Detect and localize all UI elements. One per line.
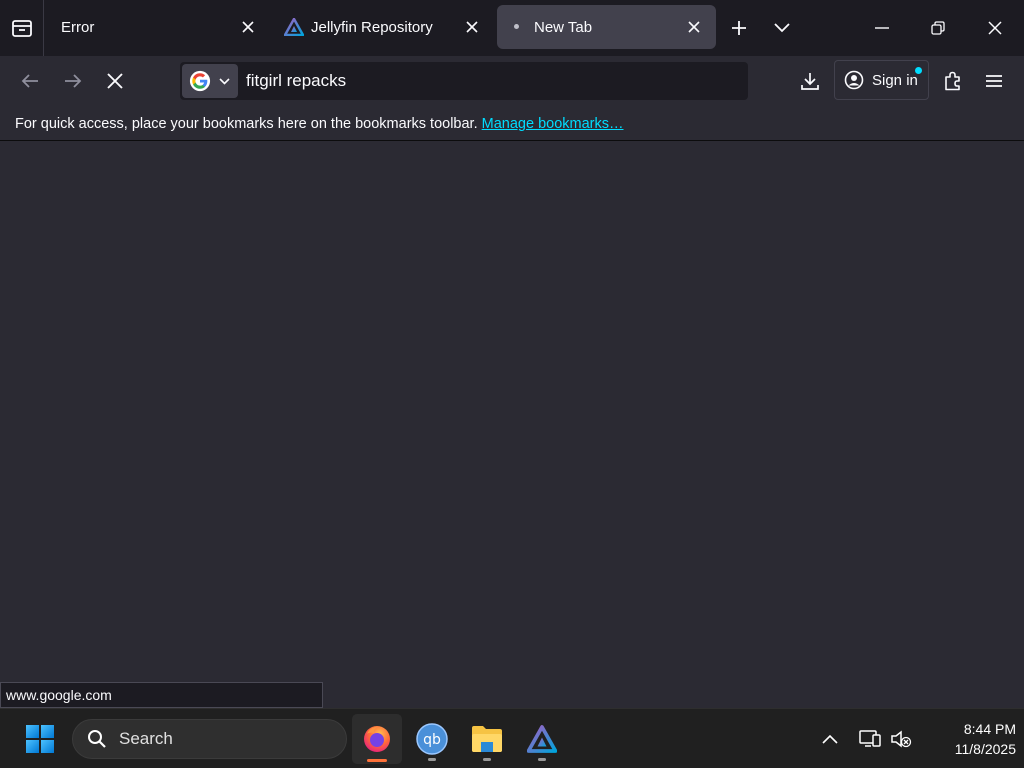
chevron-down-icon: [774, 23, 790, 33]
loading-dot-icon: [514, 24, 519, 29]
bookmarks-empty-message: For quick access, place your bookmarks h…: [15, 116, 478, 132]
stop-button[interactable]: [98, 64, 132, 98]
tab-list-icon: [11, 20, 32, 37]
back-button[interactable]: [13, 64, 47, 98]
running-indicator: [538, 758, 546, 761]
search-engine-button[interactable]: [182, 64, 238, 98]
windows-logo-icon: [26, 725, 54, 753]
arrow-right-icon: [65, 74, 82, 88]
jellyfin-icon: [283, 17, 305, 40]
close-tab-icon[interactable]: [462, 17, 482, 37]
close-tab-icon[interactable]: [238, 17, 258, 37]
plus-icon: [732, 21, 746, 35]
tab-new-tab[interactable]: New Tab: [497, 5, 716, 49]
running-indicator: [428, 758, 436, 761]
network-status-button[interactable]: [855, 723, 885, 755]
restore-button[interactable]: [910, 0, 966, 56]
taskbar-app-jellyfin[interactable]: [517, 714, 567, 764]
status-panel: www.google.com: [0, 682, 323, 708]
navigation-toolbar: fitgirl repacks Sign in: [0, 56, 1024, 106]
tab-bar: Error Jellyfin Repository New Tab: [0, 0, 1024, 56]
forward-button[interactable]: [56, 64, 90, 98]
chevron-up-icon: [822, 734, 838, 744]
bookmarks-toolbar: For quick access, place your bookmarks h…: [0, 106, 1024, 141]
google-icon: [189, 70, 211, 92]
menu-button[interactable]: [977, 64, 1011, 98]
tab-overview-button[interactable]: [0, 0, 44, 56]
url-bar[interactable]: fitgirl repacks: [180, 62, 748, 100]
tab-jellyfin[interactable]: Jellyfin Repository: [272, 5, 494, 49]
folder-icon: [472, 726, 502, 752]
show-hidden-icons-button[interactable]: [815, 723, 845, 755]
list-all-tabs-button[interactable]: [754, 0, 810, 56]
active-app-indicator: [367, 759, 387, 762]
download-icon: [801, 73, 819, 90]
puzzle-icon: [945, 71, 960, 91]
manage-bookmarks-link[interactable]: Manage bookmarks…: [482, 116, 624, 132]
firefox-icon: [364, 726, 390, 752]
qbittorrent-icon: qb: [416, 723, 448, 755]
account-icon: [844, 70, 864, 90]
search-label: Search: [119, 729, 173, 748]
start-button[interactable]: [15, 714, 65, 764]
tab-label: New Tab: [534, 18, 593, 36]
sign-in-label: Sign in: [872, 71, 918, 89]
extensions-button[interactable]: [936, 64, 970, 98]
taskbar-search-box[interactable]: Search: [72, 719, 347, 759]
tab-label: Error: [61, 18, 95, 36]
jellyfin-icon: [527, 725, 557, 753]
arrow-left-icon: [21, 74, 38, 88]
system-clock[interactable]: 8:44 PM 11/8/2025: [920, 719, 1016, 759]
page-content: [0, 141, 1024, 708]
url-input[interactable]: fitgirl repacks: [246, 71, 346, 91]
close-icon: [988, 21, 1002, 35]
svg-text:qb: qb: [423, 732, 441, 748]
downloads-button[interactable]: [793, 64, 827, 98]
restore-icon: [931, 21, 945, 35]
taskbar-app-firefox[interactable]: [352, 714, 402, 764]
taskbar: Search qb 8:44 PM 11/8/2025: [0, 708, 1024, 768]
network-icon: [859, 730, 881, 747]
minimize-icon: [875, 27, 889, 29]
chevron-down-icon: [219, 77, 230, 85]
taskbar-app-file-explorer[interactable]: [462, 714, 512, 764]
notification-dot-icon: [915, 67, 922, 74]
hamburger-menu-icon: [986, 75, 1002, 87]
volume-muted-icon: [891, 730, 912, 748]
search-icon: [88, 730, 106, 748]
clock-time: 8:44 PM: [963, 721, 1016, 737]
tab-label: Jellyfin Repository: [311, 18, 433, 36]
clock-date: 11/8/2025: [954, 741, 1016, 757]
close-tab-icon[interactable]: [684, 17, 704, 37]
minimize-button[interactable]: [854, 0, 910, 56]
volume-status-button[interactable]: [886, 723, 916, 755]
close-window-button[interactable]: [967, 0, 1023, 56]
running-indicator: [483, 758, 491, 761]
taskbar-app-qbittorrent[interactable]: qb: [407, 714, 457, 764]
stop-x-icon: [107, 73, 123, 89]
sign-in-button[interactable]: Sign in: [834, 60, 929, 100]
tab-error[interactable]: Error: [48, 5, 270, 49]
